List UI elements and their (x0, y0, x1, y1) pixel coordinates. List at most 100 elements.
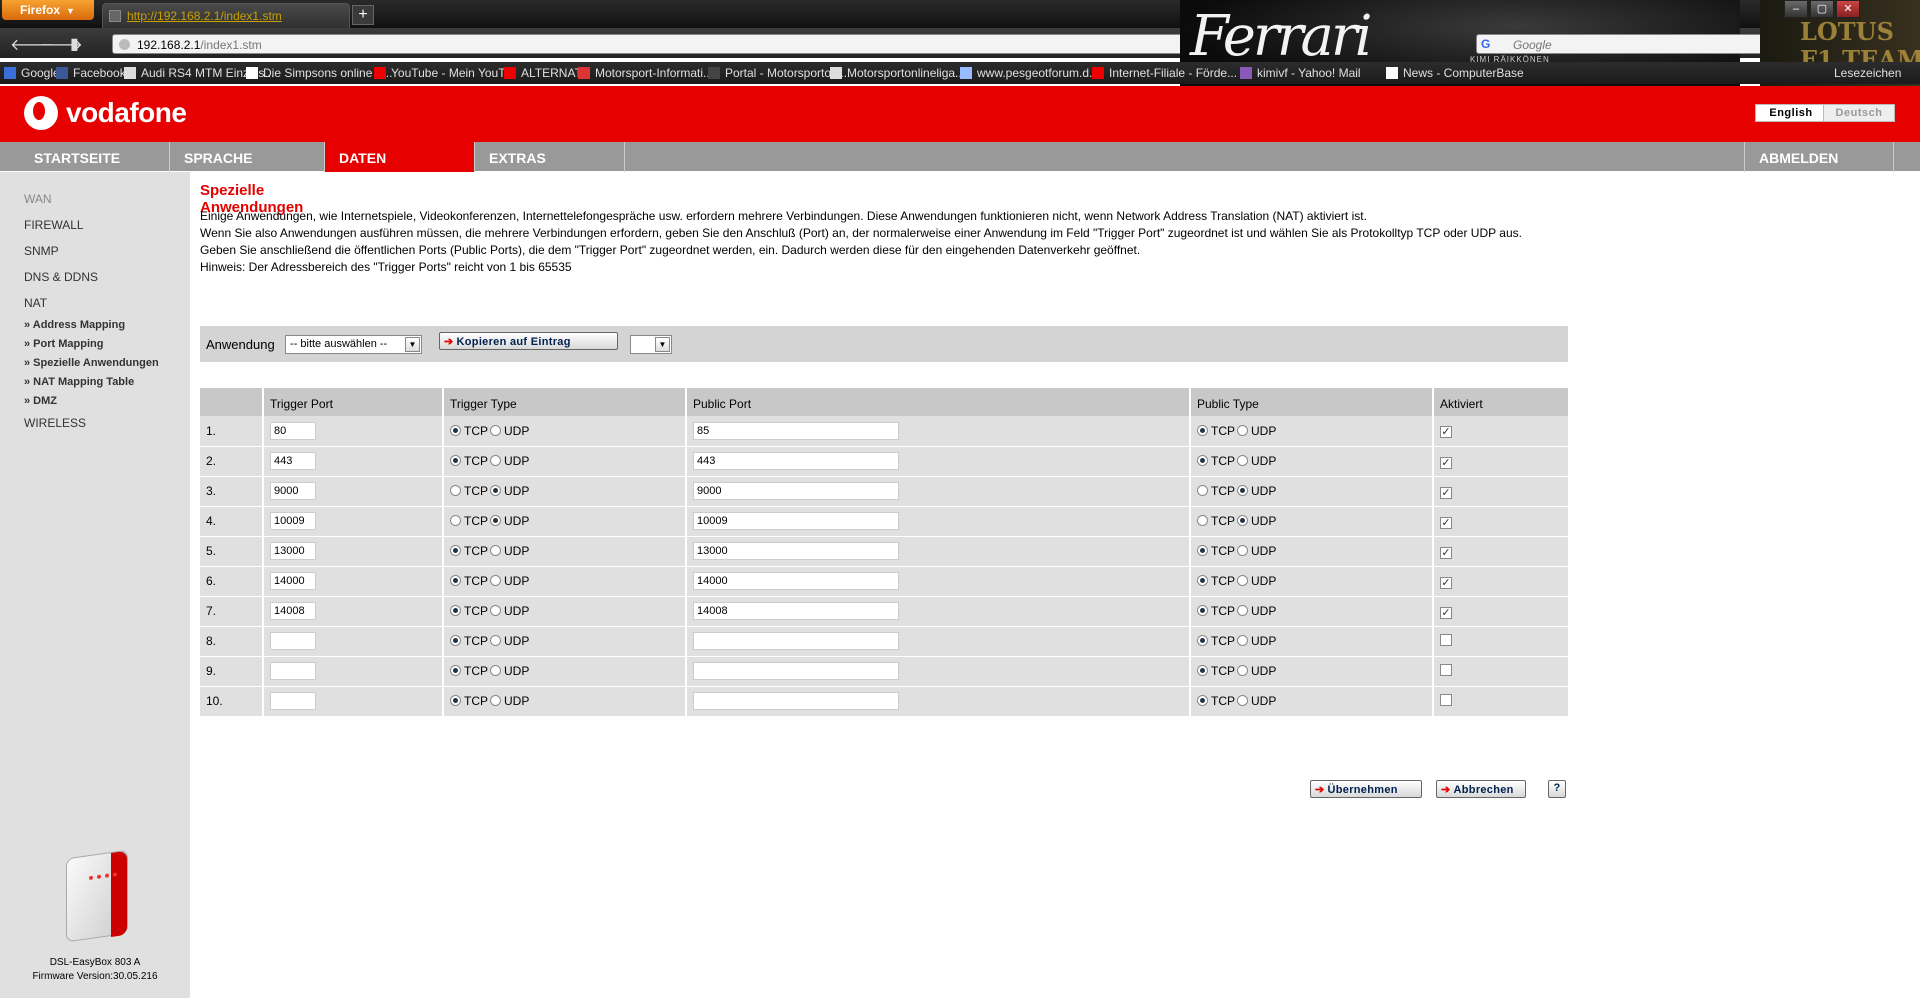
trigger-port-input[interactable]: 443 (270, 452, 316, 470)
sidebar-item-wireless[interactable]: WIRELESS (24, 416, 86, 430)
trigger-tcp-radio[interactable] (450, 695, 461, 706)
bookmark-item[interactable]: Motorsport-Informati... (578, 66, 713, 80)
public-tcp-radio[interactable] (1197, 665, 1208, 676)
bookmark-item[interactable]: www.pesgeotforum.d... (960, 66, 1099, 80)
public-port-input[interactable]: 9000 (693, 482, 899, 500)
minimize-button[interactable]: – (1784, 0, 1808, 18)
trigger-udp-radio[interactable] (490, 605, 501, 616)
trigger-port-input[interactable]: 9000 (270, 482, 316, 500)
trigger-udp-radio[interactable] (490, 575, 501, 586)
public-tcp-radio[interactable] (1197, 515, 1208, 526)
sidebar-sub-port-mapping[interactable]: » Port Mapping (24, 338, 103, 350)
public-port-input[interactable]: 14000 (693, 572, 899, 590)
public-port-input[interactable]: 10009 (693, 512, 899, 530)
cancel-button[interactable]: ➔ Abbrechen (1436, 780, 1526, 798)
public-port-input[interactable]: 14008 (693, 602, 899, 620)
public-udp-radio[interactable] (1237, 605, 1248, 616)
public-port-input[interactable]: 13000 (693, 542, 899, 560)
trigger-udp-radio[interactable] (490, 665, 501, 676)
help-button[interactable]: ? (1548, 780, 1566, 798)
public-tcp-radio[interactable] (1197, 545, 1208, 556)
trigger-udp-radio[interactable] (490, 455, 501, 466)
trigger-tcp-radio[interactable] (450, 515, 461, 526)
activated-checkbox[interactable]: ✓ (1440, 546, 1452, 559)
activated-checkbox[interactable]: ✓ (1440, 576, 1452, 589)
public-udp-radio[interactable] (1237, 695, 1248, 706)
trigger-port-input[interactable] (270, 662, 316, 680)
public-udp-radio[interactable] (1237, 575, 1248, 586)
trigger-port-input[interactable] (270, 632, 316, 650)
menu-daten[interactable]: DATEN (325, 142, 475, 172)
trigger-tcp-radio[interactable] (450, 545, 461, 556)
bookmark-item[interactable]: News - ComputerBase (1386, 66, 1524, 80)
public-tcp-radio[interactable] (1197, 695, 1208, 706)
bookmark-item[interactable]: Motorsportonlineliga.... (830, 66, 968, 80)
sidebar-sub-special-apps[interactable]: » Spezielle Anwendungen (24, 357, 159, 369)
trigger-udp-radio[interactable] (490, 515, 501, 526)
activated-checkbox[interactable]: ✓ (1440, 516, 1452, 529)
trigger-port-input[interactable]: 14000 (270, 572, 316, 590)
public-port-input[interactable]: 443 (693, 452, 899, 470)
public-udp-radio[interactable] (1237, 455, 1248, 466)
apply-button[interactable]: ➔ Übernehmen (1310, 780, 1422, 798)
menu-startseite[interactable]: STARTSEITE (20, 142, 170, 172)
close-window-button[interactable]: ✕ (1836, 0, 1860, 18)
trigger-port-input[interactable]: 13000 (270, 542, 316, 560)
activated-checkbox[interactable]: ✓ (1440, 606, 1452, 619)
trigger-tcp-radio[interactable] (450, 605, 461, 616)
language-english-button[interactable]: English (1755, 104, 1827, 122)
trigger-tcp-radio[interactable] (450, 575, 461, 586)
public-udp-radio[interactable] (1237, 665, 1248, 676)
copy-to-entry-button[interactable]: ➔ Kopieren auf Eintrag (439, 332, 618, 350)
public-udp-radio[interactable] (1237, 545, 1248, 556)
public-tcp-radio[interactable] (1197, 575, 1208, 586)
bookmark-item[interactable]: Die Simpsons online a... (246, 66, 392, 80)
trigger-tcp-radio[interactable] (450, 424, 461, 436)
public-port-input[interactable] (693, 662, 899, 680)
public-udp-radio[interactable] (1237, 635, 1248, 646)
sidebar-item-nat[interactable]: NAT (24, 296, 47, 310)
entry-select[interactable]: ▼ (630, 335, 672, 354)
sidebar-sub-address-mapping[interactable]: » Address Mapping (24, 319, 125, 331)
activated-checkbox[interactable] (1440, 694, 1452, 706)
language-german-button[interactable]: Deutsch (1823, 104, 1895, 122)
trigger-port-input[interactable] (270, 692, 316, 710)
public-udp-radio[interactable] (1237, 485, 1248, 496)
trigger-port-input[interactable]: 14008 (270, 602, 316, 620)
public-tcp-radio[interactable] (1197, 455, 1208, 466)
trigger-udp-radio[interactable] (490, 695, 501, 706)
sidebar-item-firewall[interactable]: FIREWALL (24, 218, 84, 232)
activated-checkbox[interactable] (1440, 664, 1452, 676)
activated-checkbox[interactable]: ✓ (1440, 426, 1452, 439)
bookmark-item[interactable]: Facebook (56, 66, 126, 80)
bookmark-item[interactable]: kimivf - Yahoo! Mail (1240, 66, 1361, 80)
menu-abmelden[interactable]: ABMELDEN (1744, 142, 1894, 172)
activated-checkbox[interactable] (1440, 634, 1452, 646)
public-tcp-radio[interactable] (1197, 635, 1208, 646)
trigger-tcp-radio[interactable] (450, 455, 461, 466)
public-port-input[interactable] (693, 632, 899, 650)
bookmark-item[interactable]: Internet-Filiale - Förde... (1092, 66, 1237, 80)
public-tcp-radio[interactable] (1197, 424, 1208, 436)
sidebar-item-wan[interactable]: WAN (24, 192, 52, 206)
sidebar-item-dns[interactable]: DNS & DDNS (24, 270, 98, 284)
trigger-tcp-radio[interactable] (450, 635, 461, 646)
bookmark-item[interactable]: Google (4, 66, 60, 80)
firefox-menu-button[interactable]: Firefox ▼ (2, 0, 94, 20)
trigger-udp-radio[interactable] (490, 424, 501, 436)
activated-checkbox[interactable]: ✓ (1440, 456, 1452, 469)
public-port-input[interactable] (693, 692, 899, 710)
sidebar-sub-dmz[interactable]: » DMZ (24, 395, 57, 407)
public-tcp-radio[interactable] (1197, 605, 1208, 616)
trigger-port-input[interactable]: 80 (270, 421, 316, 440)
bookmark-item[interactable]: YouTube - Mein YouT... (374, 66, 514, 80)
trigger-tcp-radio[interactable] (450, 665, 461, 676)
trigger-port-input[interactable]: 10009 (270, 512, 316, 530)
sidebar-item-snmp[interactable]: SNMP (24, 244, 59, 258)
trigger-udp-radio[interactable] (490, 635, 501, 646)
public-port-input[interactable]: 85 (693, 421, 899, 440)
new-tab-button[interactable]: + (352, 5, 374, 25)
trigger-udp-radio[interactable] (490, 485, 501, 496)
history-icon[interactable]: ▮ (70, 34, 79, 54)
maximize-button[interactable]: ▢ (1810, 0, 1834, 18)
